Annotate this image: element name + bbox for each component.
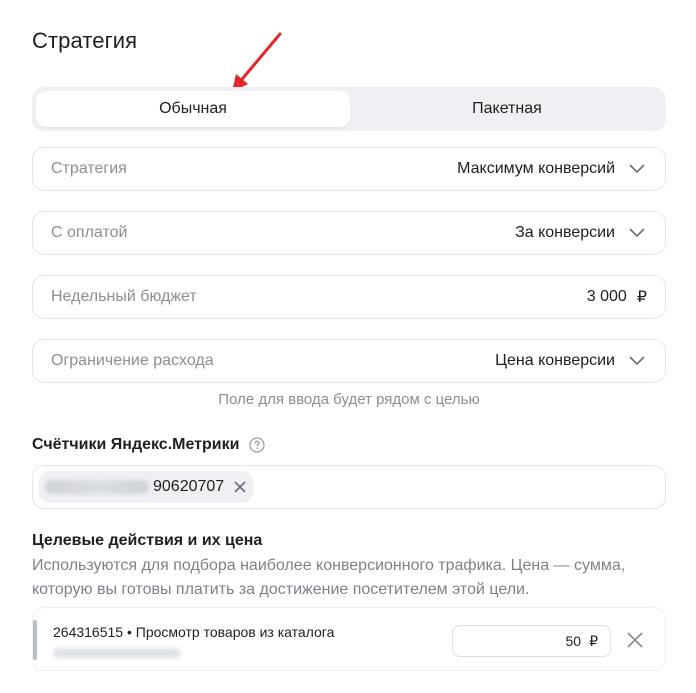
goal-indicator: [33, 620, 37, 660]
goal-row: 264316515 • Просмотр товаров из каталога…: [32, 607, 666, 671]
payment-select[interactable]: С оплатой За конверсии: [32, 211, 666, 255]
strategy-select[interactable]: Стратегия Максимум конверсий: [32, 147, 666, 191]
payment-label: С оплатой: [51, 224, 128, 241]
blurred-goal-details: [53, 648, 181, 658]
spend-limit-value: Цена конверсии: [495, 352, 615, 369]
chevron-down-icon: [629, 228, 645, 238]
spend-limit-label: Ограничение расхода: [51, 352, 214, 369]
spend-limit-select[interactable]: Ограничение расхода Цена конверсии: [32, 339, 666, 383]
weekly-budget-input[interactable]: Недельный бюджет 3 000 ₽: [32, 275, 666, 319]
currency-symbol: ₽: [589, 632, 598, 649]
goal-name: 264316515 • Просмотр товаров из каталога: [53, 624, 335, 640]
close-icon[interactable]: [234, 481, 246, 493]
chevron-down-icon: [629, 356, 645, 366]
currency-symbol: ₽: [636, 289, 647, 306]
question-circle-icon[interactable]: [249, 437, 266, 453]
counters-title: Счётчики Яндекс.Метрики: [32, 436, 266, 454]
red-arrow-icon: [232, 32, 282, 92]
weekly-budget-label: Недельный бюджет: [51, 288, 197, 305]
goals-description: Используются для подбора наиболее конвер…: [32, 557, 626, 598]
chevron-down-icon: [629, 164, 645, 174]
page-title: Стратегия: [32, 28, 138, 53]
spend-limit-hint: Поле для ввода будет рядом с целью: [218, 391, 480, 408]
tab-regular[interactable]: Обычная: [36, 91, 350, 127]
goal-price-input[interactable]: 50 ₽: [452, 625, 611, 657]
strategy-type-switch: Обычная Пакетная: [32, 87, 666, 131]
strategy-value: Максимум конверсий: [457, 160, 615, 177]
counter-id: 90620707: [153, 478, 225, 495]
counter-chip: 90620707: [39, 471, 253, 503]
goal-price-value: 50: [565, 633, 582, 649]
close-icon[interactable]: [627, 632, 643, 648]
tab-package[interactable]: Пакетная: [350, 91, 664, 127]
counters-input[interactable]: 90620707: [32, 465, 666, 509]
strategy-label: Стратегия: [51, 160, 127, 177]
counters-title-text: Счётчики Яндекс.Метрики: [32, 436, 240, 453]
blurred-counter-name: [45, 480, 149, 494]
goals-title: Целевые действия и их цена: [32, 532, 262, 550]
payment-value: За конверсии: [515, 224, 615, 241]
weekly-budget-value: 3 000: [586, 288, 627, 305]
goals-title-text: Целевые действия и их цена: [32, 532, 263, 549]
